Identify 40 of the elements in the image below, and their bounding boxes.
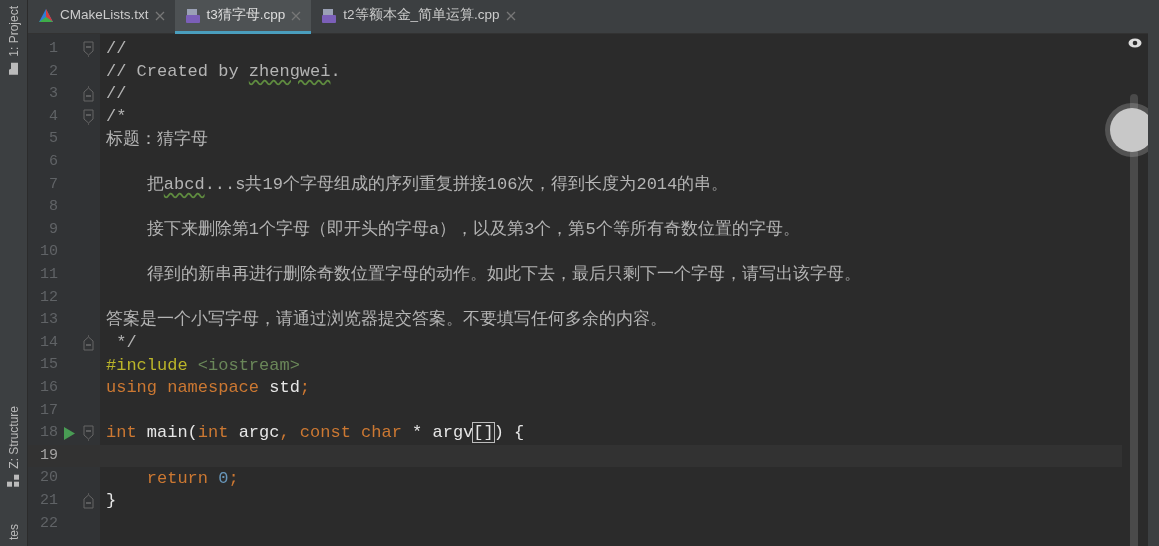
fold-icon[interactable] [82, 425, 94, 442]
folder-icon [6, 61, 21, 76]
code-line: using namespace std; [105, 377, 311, 400]
code-line: */ [115, 332, 137, 354]
close-icon[interactable] [154, 10, 165, 21]
tool-window-button[interactable]: tes [0, 518, 27, 546]
file-icon [321, 7, 338, 24]
code-line: int main(int argc, const char * argv[]) { [105, 422, 525, 445]
code-line: 把abcd...s共19个字母组成的序列重复拼接106次，得到长度为2014的串。 [145, 173, 729, 196]
close-icon[interactable] [505, 10, 516, 21]
fold-icon[interactable] [82, 86, 94, 103]
file-tab[interactable]: t3猜字母.cpp [174, 0, 312, 34]
fold-icon[interactable] [82, 335, 94, 351]
file-tab[interactable]: t2等额本金_简单运算.cpp [311, 0, 526, 34]
code-line: return 0; [145, 467, 239, 490]
scrollbar[interactable] [1130, 94, 1138, 546]
code-line: 接下来删除第1个字母（即开头的字母a），以及第3个，第5个等所有奇数位置的字母。 [145, 219, 800, 242]
fold-icon[interactable] [82, 41, 94, 58]
file-icon [184, 7, 201, 24]
blocks-icon [6, 474, 21, 488]
code-line: #include <iostream> [105, 354, 300, 377]
code-line: 得到的新串再进行删除奇数位置字母的动作。如此下去，最后只剩下一个字母，请写出该字母。 [145, 264, 861, 287]
tool-window-button[interactable]: 1: Project [0, 0, 27, 82]
code-line: /* [105, 106, 127, 129]
file-tab[interactable]: CMakeLists.txt [28, 0, 175, 34]
close-icon[interactable] [291, 10, 302, 21]
code-line: 标题：猜字母 [105, 128, 208, 151]
touch-indicator [1110, 108, 1148, 152]
code-line: } [105, 490, 117, 513]
code-line: // [105, 83, 127, 106]
code-line: // [105, 38, 127, 61]
triangle-logo-icon [38, 7, 54, 24]
fold-icon[interactable] [82, 493, 94, 510]
code-line: // Created by zhengwei. [105, 60, 341, 83]
fold-icon[interactable] [82, 109, 94, 126]
tool-window-button[interactable]: Z: Structure [0, 400, 27, 494]
line-number: 19 [39, 445, 58, 466]
code-line: 答案是一个小写字母，请通过浏览器提交答案。不要填写任何多余的内容。 [105, 309, 667, 332]
eye-icon[interactable] [1128, 38, 1142, 48]
run-icon[interactable] [63, 426, 75, 440]
